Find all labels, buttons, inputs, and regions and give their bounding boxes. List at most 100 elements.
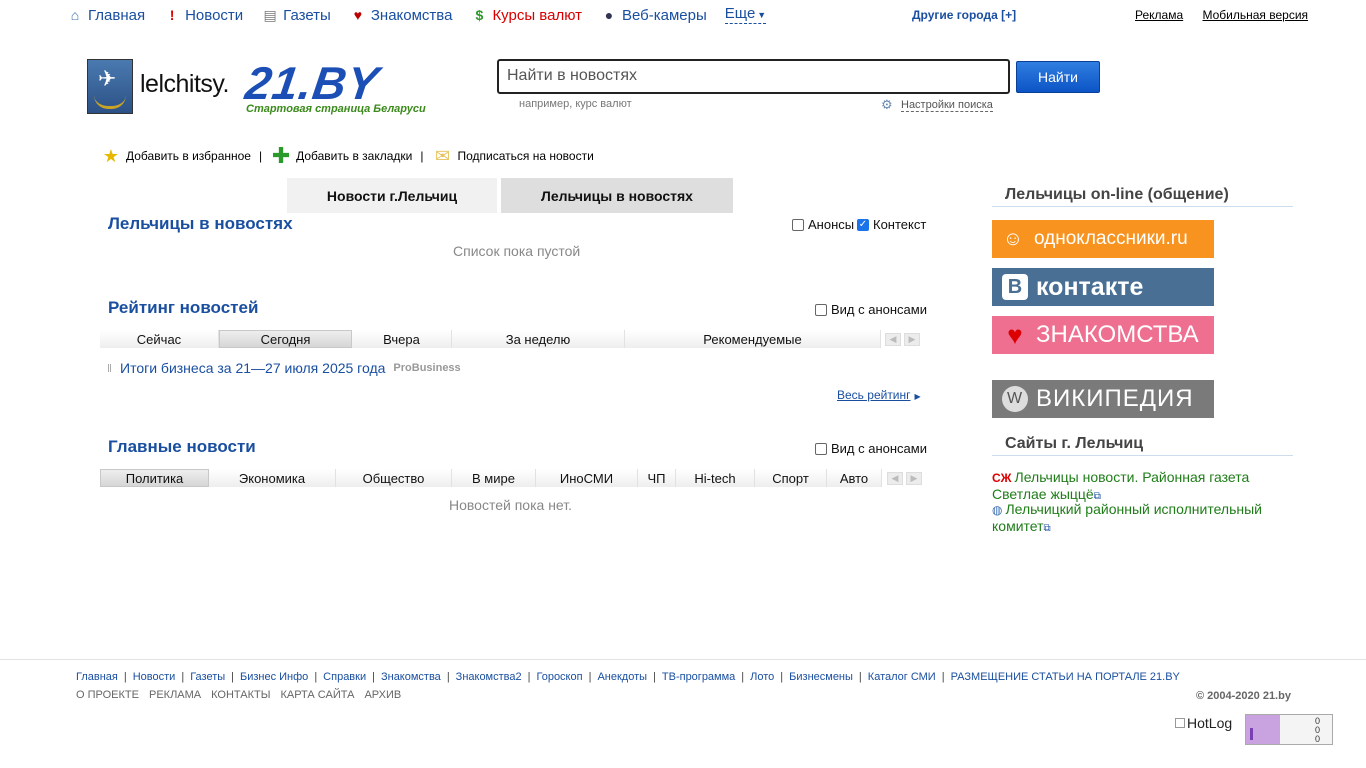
footer-separator: |	[123, 671, 127, 683]
footer-link[interactable]: Знакомства	[381, 671, 441, 683]
search-button[interactable]: Найти	[1016, 61, 1100, 93]
rating-tab-week[interactable]: За неделю	[452, 330, 625, 348]
arrow-left-icon[interactable]: ◀	[885, 333, 901, 346]
news-tab-society[interactable]: Общество	[336, 469, 452, 487]
footer-link[interactable]: Гороскоп	[536, 671, 582, 683]
news-tab-world[interactable]: В мире	[452, 469, 536, 487]
footer-link[interactable]: РАЗМЕЩЕНИЕ СТАТЬИ НА ПОРТАЛЕ 21.BY	[951, 671, 1180, 683]
brand-logo[interactable]: 21.BY	[242, 57, 382, 109]
nav-webcams[interactable]: ● Веб-камеры	[600, 6, 707, 24]
footer-link[interactable]: Справки	[323, 671, 366, 683]
broken-image-icon	[1175, 718, 1185, 728]
wikipedia-banner[interactable]: W ВИКИПЕДИЯ	[992, 380, 1214, 418]
rating-tab-yesterday[interactable]: Вчера	[352, 330, 452, 348]
footer-separator: |	[181, 671, 185, 683]
footer-link[interactable]: Анекдоты	[597, 671, 647, 683]
rating-tabs: Сейчас Сегодня Вчера За неделю Рекоменду…	[100, 330, 881, 348]
rating-tab-today[interactable]: Сегодня	[219, 330, 352, 348]
top-links: Реклама Мобильная версия	[1135, 8, 1324, 22]
star-icon: ★	[102, 145, 120, 166]
footer-secondary-link[interactable]: КАРТА САЙТА	[280, 689, 354, 701]
footer-link[interactable]: Новости	[133, 671, 176, 683]
announcements-checkbox[interactable]: Анонсы	[792, 217, 854, 232]
footer-link[interactable]: Главная	[76, 671, 118, 683]
news-tab-economy[interactable]: Экономика	[209, 469, 336, 487]
gear-icon: ⚙	[881, 97, 893, 112]
news-source: ProBusiness	[393, 362, 461, 374]
quick-actions: ★ Добавить в избранное | ✚ Добавить в закл…	[100, 143, 594, 168]
nav-home[interactable]: ⌂ Главная	[66, 6, 145, 24]
hotlog-image[interactable]: HotLog	[1175, 715, 1232, 731]
search-settings-link[interactable]: ⚙ Настройки поиска	[881, 97, 993, 113]
ads-link[interactable]: Реклама	[1135, 8, 1183, 22]
nav-dating[interactable]: ♥ Знакомства	[349, 6, 453, 24]
footer-secondary-link[interactable]: АРХИВ	[364, 689, 401, 701]
rating-title: Рейтинг новостей	[108, 298, 259, 317]
context-checkbox[interactable]: ✓ Контекст	[857, 217, 926, 232]
plus-icon: ✚	[271, 143, 291, 168]
mobile-version-link[interactable]: Мобильная версия	[1202, 8, 1308, 22]
rating-tab-now[interactable]: Сейчас	[100, 330, 219, 348]
arrow-right-icon[interactable]: ▶	[904, 333, 920, 346]
main-news-announcements-checkbox[interactable]: Вид с анонсами	[815, 441, 927, 456]
site-link-executive-committee[interactable]: ◍ Лельчицкий районный исполнительный коми…	[992, 501, 1282, 537]
site-link-newspaper[interactable]: СЖ Лельчицы новости. Районная газета Свет…	[992, 469, 1282, 505]
news-tab-hitech[interactable]: Hi-tech	[676, 469, 755, 487]
subscribe-button[interactable]: ✉ Подписаться на новости	[432, 146, 594, 166]
news-tab-incidents[interactable]: ЧП	[638, 469, 676, 487]
rating-announcements-checkbox[interactable]: Вид с анонсами	[815, 302, 927, 317]
tab-city-in-news[interactable]: Лельчицы в новостях	[501, 178, 733, 213]
heart-icon: ♥	[353, 7, 362, 23]
footer-link[interactable]: Знакомства2	[456, 671, 522, 683]
rating-tab-recommended[interactable]: Рекомендуемые	[625, 330, 881, 348]
checkbox-unchecked-icon	[815, 442, 827, 455]
footer-link[interactable]: ТВ-программа	[662, 671, 735, 683]
top-navigation: ⌂ Главная ! Новости ▤ Газеты ♥ Знакомства $ К…	[66, 5, 767, 25]
add-to-bookmarks-button[interactable]: ✚ Добавить в закладки	[270, 143, 413, 168]
main-news-title: Главные новости	[108, 437, 256, 456]
footer-link[interactable]: Каталог СМИ	[868, 671, 936, 683]
online-section-title: Лельчицы on-line (общение)	[992, 186, 1293, 207]
footer-separator: |	[527, 671, 531, 683]
divider: |	[258, 149, 263, 163]
footer-secondary-link[interactable]: РЕКЛАМА	[149, 689, 201, 701]
footer-link[interactable]: Бизнес Инфо	[240, 671, 308, 683]
news-tab-politics[interactable]: Политика	[100, 469, 209, 487]
news-tab-auto[interactable]: Авто	[827, 469, 882, 487]
tab-city-news[interactable]: Новости г.Лельчиц	[287, 178, 497, 213]
nav-news[interactable]: ! Новости	[163, 6, 243, 24]
footer-link[interactable]: Лото	[750, 671, 774, 683]
footer-link[interactable]: Газеты	[190, 671, 225, 683]
footer-secondary-link[interactable]: О ПРОЕКТЕ	[76, 689, 139, 701]
add-to-favorites-button[interactable]: ★ Добавить в избранное	[100, 146, 251, 166]
exclamation-icon: !	[169, 7, 175, 23]
footer-separator: |	[314, 671, 318, 683]
tagline: Стартовая страница Беларуси	[246, 103, 426, 115]
vkontakte-banner[interactable]: Вконтакте	[992, 268, 1214, 306]
other-cities-link[interactable]: Другие города [+]	[912, 8, 1016, 22]
dating-banner[interactable]: ♥ ЗНАКОМСТВА	[992, 316, 1214, 354]
footer-secondary-link[interactable]: КОНТАКТЫ	[211, 689, 270, 701]
nav-newspapers[interactable]: ▤ Газеты	[261, 6, 331, 24]
caret-down-icon: ▼	[757, 10, 767, 20]
nav-more-dropdown[interactable]: Еще ▼	[724, 6, 767, 24]
external-link-icon: ⧉	[1043, 523, 1051, 534]
nav-currency[interactable]: $ Курсы валют	[470, 6, 582, 24]
footer-link[interactable]: Бизнесмены	[789, 671, 853, 683]
globe-icon: ◍	[992, 503, 1003, 517]
hotlog-counter[interactable]: 0 0 0	[1245, 714, 1333, 745]
news-tab-sport[interactable]: Спорт	[755, 469, 827, 487]
city-crest-logo[interactable]: ✈	[87, 59, 133, 114]
footer-separator: |	[653, 671, 656, 683]
main-news-tabs: Политика Экономика Общество В мире ИноСМ…	[100, 469, 882, 487]
news-tab-inosmi[interactable]: ИноСМИ	[536, 469, 638, 487]
search-input[interactable]: Найти в новостях	[497, 59, 1010, 94]
webcam-icon: ●	[604, 7, 614, 23]
all-rating-link[interactable]: Весь рейтинг ▶	[837, 388, 921, 402]
odnoklassniki-banner[interactable]: ☺ одноклассники.ru	[992, 220, 1214, 258]
city-logo-text[interactable]: lelchitsy.	[140, 70, 230, 99]
rating-list-item[interactable]: Итоги бизнеса за 21—27 июля 2025 года Pr…	[108, 360, 461, 376]
arrow-right-icon[interactable]: ▶	[906, 472, 922, 485]
arrow-left-icon[interactable]: ◀	[887, 472, 903, 485]
footer-separator: |	[780, 671, 784, 683]
